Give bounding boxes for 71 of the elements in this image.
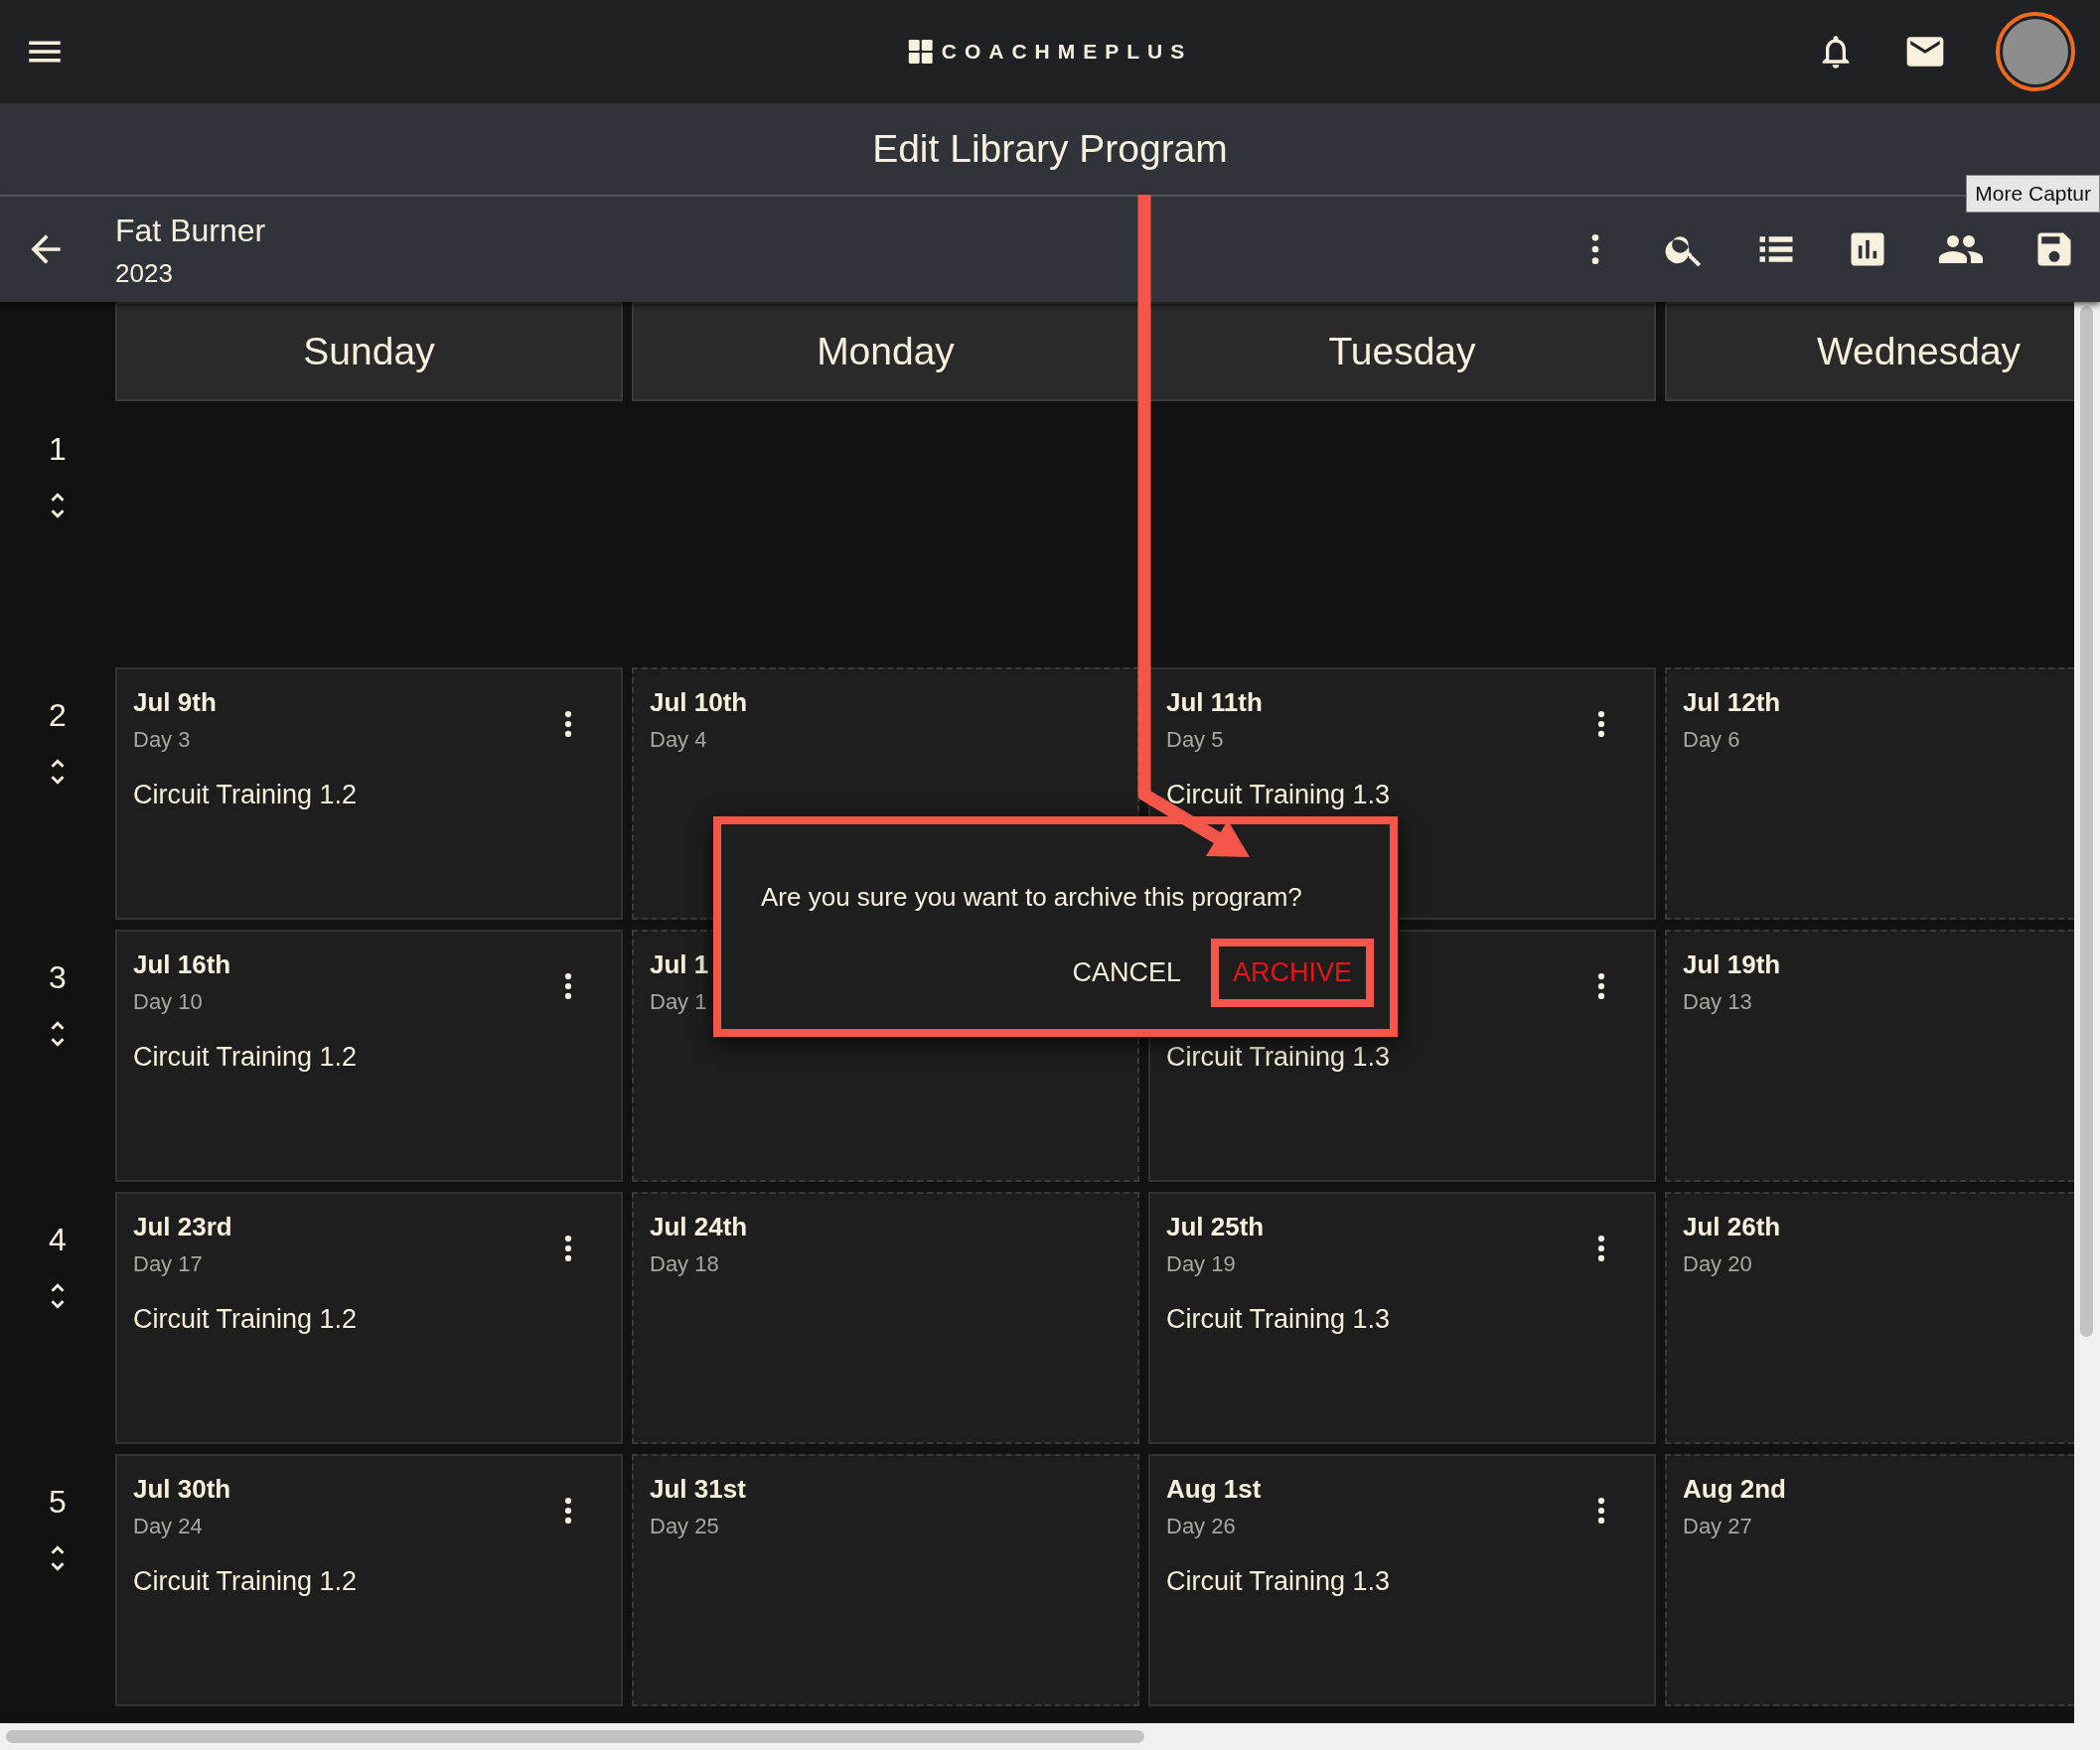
day-cell[interactable]: Aug 2nd Day 27 — [1665, 1454, 2074, 1706]
workout-name[interactable]: Circuit Training 1.3 — [1166, 1304, 1391, 1334]
cell-date: Aug 1st — [1166, 1474, 1262, 1504]
cell-date: Jul 30th — [133, 1474, 231, 1504]
day-header: Monday — [632, 302, 1139, 401]
workout-name[interactable]: Circuit Training 1.2 — [133, 1042, 358, 1072]
week-number: 1 — [49, 430, 67, 469]
workout-name[interactable]: Circuit Training 1.2 — [133, 780, 358, 809]
cell-date: Jul 19th — [1683, 949, 1781, 979]
day-header: Wednesday — [1665, 302, 2074, 401]
week-number: 3 — [49, 958, 67, 997]
cell-date: Jul 16th — [133, 949, 231, 979]
cell-day: Day 26 — [1166, 1514, 1236, 1538]
workout-name[interactable]: Circuit Training 1.3 — [1166, 780, 1391, 809]
program-name: Fat Burner — [115, 211, 266, 250]
scrollbar-thumb[interactable] — [6, 1730, 1144, 1743]
workout-name[interactable]: Circuit Training 1.3 — [1166, 1042, 1391, 1072]
day-cell[interactable]: Jul 16th Day 10 Circuit Training 1.2 — [115, 930, 623, 1182]
cell-day: Day 1 — [650, 989, 707, 1014]
cell-day: Day 5 — [1166, 727, 1224, 752]
cell-day: Day 3 — [133, 727, 191, 752]
day-cell[interactable]: Jul 26th Day 20 — [1665, 1192, 2074, 1444]
week-number: 5 — [49, 1483, 67, 1522]
grid-logo-icon — [907, 39, 934, 65]
cell-day: Day 10 — [133, 989, 203, 1014]
cell-day: Day 4 — [650, 727, 707, 752]
scrollbar[interactable] — [0, 1723, 2100, 1750]
cell-date: Jul 23rd — [133, 1212, 232, 1241]
page-title: Edit Library Program — [872, 125, 1228, 172]
day-cell[interactable]: Jul 12th Day 6 — [1665, 667, 2074, 920]
cell-date: Jul 31st — [650, 1474, 746, 1504]
cell-day: Day 24 — [133, 1514, 203, 1538]
cell-day: Day 19 — [1166, 1251, 1236, 1276]
day-cell[interactable]: Jul 30th Day 24 Circuit Training 1.2 — [115, 1454, 623, 1706]
day-header: Tuesday — [1148, 302, 1656, 401]
day-cell[interactable]: Jul 24th Day 18 — [632, 1192, 1139, 1444]
cell-date: Aug 2nd — [1683, 1474, 1786, 1504]
workout-name[interactable]: Circuit Training 1.3 — [1166, 1566, 1391, 1596]
day-cell[interactable]: Jul 31st Day 25 — [632, 1454, 1139, 1706]
week-number: 2 — [49, 696, 67, 735]
archive-button[interactable]: ARCHIVE — [1210, 939, 1374, 1007]
cell-date: Jul 1 — [650, 949, 709, 979]
cell-day: Day 27 — [1683, 1514, 1752, 1538]
cell-date: Jul 9th — [133, 687, 217, 717]
scrollbar[interactable] — [2074, 302, 2100, 1723]
logo-text: COACHMEPLUS — [941, 39, 1193, 66]
cell-date: Jul 10th — [650, 687, 748, 717]
day-cell[interactable]: Jul 19th Day 13 — [1665, 930, 2074, 1182]
cell-day: Day 17 — [133, 1251, 203, 1276]
scrollbar-thumb[interactable] — [2080, 306, 2093, 1337]
day-cell[interactable]: Aug 1st Day 26 Circuit Training 1.3 — [1148, 1454, 1656, 1706]
program-year: 2023 — [115, 256, 174, 290]
cell-day: Day 25 — [650, 1514, 719, 1538]
week-number: 4 — [49, 1221, 67, 1259]
workout-name[interactable]: Circuit Training 1.2 — [133, 1304, 358, 1334]
cell-date: Jul 12th — [1683, 687, 1781, 717]
avatar[interactable] — [1995, 11, 2076, 92]
cell-day: Day 18 — [650, 1251, 719, 1276]
workout-name[interactable]: Circuit Training 1.2 — [133, 1566, 358, 1596]
day-header: Sunday — [115, 302, 623, 401]
cell-day: Day 6 — [1683, 727, 1740, 752]
cell-day: Day 13 — [1683, 989, 1752, 1014]
cell-day: Day 20 — [1683, 1251, 1752, 1276]
cell-date: Jul 26th — [1683, 1212, 1781, 1241]
cell-date: Jul 11th — [1166, 687, 1263, 717]
cell-date: Jul 25th — [1166, 1212, 1265, 1241]
tooltip: More Captur — [1966, 175, 2100, 213]
cell-date: Jul 24th — [650, 1212, 748, 1241]
day-cell[interactable]: Jul 23rd Day 17 Circuit Training 1.2 — [115, 1192, 623, 1444]
day-cell[interactable]: Jul 9th Day 3 Circuit Training 1.2 — [115, 667, 623, 920]
day-cell[interactable]: Jul 25th Day 19 Circuit Training 1.3 — [1148, 1192, 1656, 1444]
